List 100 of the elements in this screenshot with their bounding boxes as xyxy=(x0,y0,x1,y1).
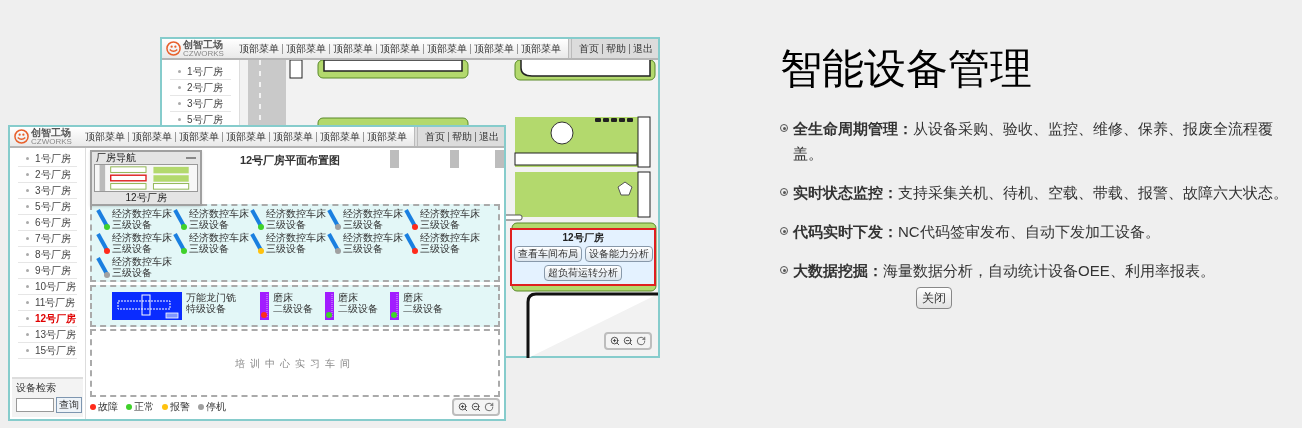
device-grade: 三级设备 xyxy=(343,219,383,230)
top-link[interactable]: 首页 xyxy=(422,131,448,142)
menu-link[interactable]: 顶部菜单 xyxy=(363,131,410,142)
search-field[interactable] xyxy=(16,398,54,412)
menu-link[interactable]: 顶部菜单 xyxy=(517,43,564,54)
top-link[interactable]: 首页 xyxy=(576,43,602,54)
bullet-icon xyxy=(26,301,29,304)
zoom-out-icon[interactable] xyxy=(471,402,481,412)
menu-link[interactable]: 顶部菜单 xyxy=(175,131,222,142)
popup-title: 12号厂房 xyxy=(562,233,604,243)
device-grade: 二级设备 xyxy=(273,303,313,314)
legend-label: 停机 xyxy=(206,402,226,412)
legend-label: 正常 xyxy=(134,402,154,412)
search-button[interactable]: 查询 xyxy=(56,397,82,413)
device-name: 经济数控车床 xyxy=(112,208,172,219)
feature-text: 全生命周期管理：从设备采购、验收、监控、维修、保养、报废全流程覆盖。 xyxy=(793,119,1274,164)
device-name: 经济数控车床 xyxy=(189,232,249,243)
search-title: 设备检索 xyxy=(16,383,57,393)
menu-link[interactable]: 顶部菜单 xyxy=(222,131,269,142)
bullet-icon xyxy=(26,349,29,352)
sidebar-item[interactable]: 1号厂房 xyxy=(35,153,71,164)
feature-text: 大数据挖掘：海量数据分析，自动统计设备OEE、利用率报表。 xyxy=(793,261,1215,281)
bullet-icon xyxy=(26,237,29,240)
menu-link[interactable]: 顶部菜单 xyxy=(329,43,376,54)
zoom-out-icon[interactable] xyxy=(623,336,633,346)
top-link[interactable]: 退出 xyxy=(475,131,502,142)
bullet-icon xyxy=(26,285,29,288)
device-name: 经济数控车床 xyxy=(189,208,249,219)
bullet-icon xyxy=(178,118,181,121)
sidebar-item[interactable]: 5号厂房 xyxy=(35,201,71,212)
device-name: 磨床 xyxy=(273,292,294,303)
device-name: 经济数控车床 xyxy=(343,232,403,243)
bullet-icon xyxy=(178,86,181,89)
sidebar-item[interactable]: 12号厂房 xyxy=(35,313,77,324)
menu-link[interactable]: 顶部菜单 xyxy=(423,43,470,54)
menu-link[interactable]: 顶部菜单 xyxy=(470,43,517,54)
menu-link[interactable]: 顶部菜单 xyxy=(316,131,363,142)
sidebar-item[interactable]: 8号厂房 xyxy=(35,249,71,260)
area-label: 培训中心实习车间 xyxy=(235,356,355,371)
menu-link[interactable]: 顶部菜单 xyxy=(82,131,128,142)
device-name: 经济数控车床 xyxy=(112,256,172,267)
popup-button[interactable]: 超负荷运转分析 xyxy=(544,265,622,281)
top-link[interactable]: 帮助 xyxy=(602,43,629,54)
close-button[interactable]: 关闭 xyxy=(916,287,952,309)
grinder-icon xyxy=(260,292,269,320)
bullet-icon xyxy=(26,221,29,224)
sidebar-item[interactable]: 3号厂房 xyxy=(187,98,223,109)
device-name: 万能龙门铣 xyxy=(186,292,236,303)
sidebar-item[interactable]: 15号厂房 xyxy=(35,345,77,356)
sidebar-item[interactable]: 9号厂房 xyxy=(35,265,71,276)
sidebar-item[interactable]: 3号厂房 xyxy=(35,185,71,196)
device-name: 磨床 xyxy=(403,292,424,303)
sidebar-item[interactable]: 2号厂房 xyxy=(187,82,223,93)
feature-text: 实时状态监控：支持采集关机、待机、空载、带载、报警、故障六大状态。 xyxy=(793,183,1288,203)
top-link[interactable]: 帮助 xyxy=(448,131,475,142)
bullet-icon xyxy=(26,253,29,256)
reset-icon[interactable] xyxy=(636,336,646,346)
sidebar-item[interactable]: 2号厂房 xyxy=(35,169,71,180)
device-grade: 三级设备 xyxy=(112,267,152,278)
sidebar-item[interactable]: 13号厂房 xyxy=(35,329,77,340)
device-grade: 三级设备 xyxy=(420,219,460,230)
device-grade: 三级设备 xyxy=(266,219,306,230)
legend-label: 故障 xyxy=(98,402,118,412)
panel-title: 厂房导航 xyxy=(96,153,136,163)
bullet-icon xyxy=(178,102,181,105)
menu-link[interactable]: 顶部菜单 xyxy=(128,131,175,142)
bullet-icon xyxy=(26,269,29,272)
logo-text: 创智工场 xyxy=(183,39,223,50)
bullet-icon xyxy=(26,157,29,160)
zoom-in-icon[interactable] xyxy=(610,336,620,346)
sidebar-item[interactable]: 6号厂房 xyxy=(35,217,71,228)
menu-link[interactable]: 顶部菜单 xyxy=(269,131,316,142)
legend-label: 报警 xyxy=(170,402,190,412)
top-link[interactable]: 退出 xyxy=(629,43,656,54)
bullet-icon xyxy=(178,70,181,73)
sidebar-item[interactable]: 7号厂房 xyxy=(35,233,71,244)
map-title: 12号厂房平面布置图 xyxy=(240,153,341,168)
zoom-in-icon[interactable] xyxy=(458,402,468,412)
pillar xyxy=(495,150,504,168)
sidebar-item[interactable]: 5号厂房 xyxy=(187,114,223,125)
sidebar-item[interactable]: 11号厂房 xyxy=(35,297,76,308)
bullet-icon xyxy=(26,189,29,192)
sidebar-item[interactable]: 10号厂房 xyxy=(35,281,77,292)
grinder-icon xyxy=(325,292,334,320)
device-grade: 三级设备 xyxy=(420,243,460,254)
menu-link[interactable]: 顶部菜单 xyxy=(236,43,282,54)
reset-icon[interactable] xyxy=(484,402,494,412)
sidebar-item[interactable]: 1号厂房 xyxy=(187,66,223,77)
gate-building xyxy=(289,60,303,79)
device-grade: 三级设备 xyxy=(189,243,229,254)
popup-button[interactable]: 设备能力分析 xyxy=(584,246,653,262)
bullet-icon xyxy=(26,333,29,336)
device-grade: 三级设备 xyxy=(112,243,152,254)
device-name: 经济数控车床 xyxy=(266,232,326,243)
feature-text: 代码实时下发：NC代码签审发布、自动下发加工设备。 xyxy=(793,222,1160,242)
popup-button[interactable]: 查看车间布局 xyxy=(513,246,582,262)
pillar xyxy=(390,150,399,168)
menu-link[interactable]: 顶部菜单 xyxy=(376,43,423,54)
menu-link[interactable]: 顶部菜单 xyxy=(282,43,329,54)
device-name: 经济数控车床 xyxy=(343,208,403,219)
